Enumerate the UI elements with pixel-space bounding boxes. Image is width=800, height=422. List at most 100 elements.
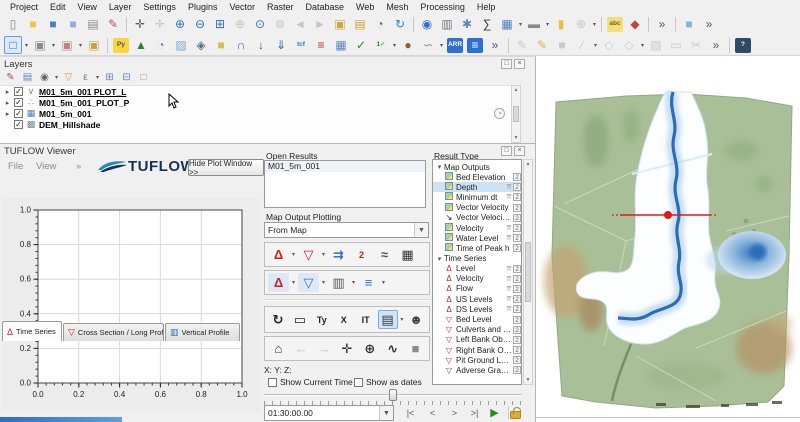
cross-section-plot-button[interactable]: ▽	[298, 245, 319, 264]
secondary-axis-badge[interactable]: 2	[513, 275, 521, 283]
cube-plugin-button[interactable]: ■	[212, 36, 230, 54]
new-project-button[interactable]: ▯	[4, 15, 22, 33]
chevron-down-icon[interactable]: ▾	[290, 251, 297, 258]
vertex-tool-all-button[interactable]: ◇	[620, 36, 638, 54]
zoom-next-button[interactable]: ►	[311, 15, 329, 33]
remove-layer-button[interactable]: □	[136, 71, 151, 85]
axis-arrows-icon[interactable]: ⇈	[506, 193, 512, 201]
expander-icon[interactable]: ▸	[3, 99, 12, 107]
plot-home-button[interactable]: ⌂	[268, 339, 289, 358]
select-by-location-button[interactable]: ▣	[85, 36, 103, 54]
chevron-down-icon[interactable]: ▾	[350, 279, 357, 286]
scroll-up-icon[interactable]: ▴	[526, 160, 529, 168]
decorations-button[interactable]: ◆	[626, 15, 644, 33]
legend-options-button[interactable]: ▤	[378, 310, 398, 329]
menu-item-raster[interactable]: Raster	[261, 2, 300, 12]
curtain-plot-button[interactable]: ▦	[397, 245, 418, 264]
cross-section-depth-plot-button[interactable]: ▽	[298, 273, 319, 292]
menu-item-web[interactable]: Web	[350, 2, 380, 12]
menu-item-layer[interactable]: Layer	[103, 2, 138, 12]
chevron-down-icon[interactable]: ▾	[399, 316, 406, 323]
tuflow-docs-button[interactable]: ≡	[467, 38, 483, 53]
scroll-down-icon[interactable]: ▾	[514, 134, 517, 142]
secondary-axis-badge[interactable]: 2	[513, 346, 521, 354]
vertex-tool-button[interactable]: ◇	[600, 36, 618, 54]
layers-float-button[interactable]: □	[501, 59, 512, 69]
expander-icon[interactable]: ▸	[3, 88, 12, 96]
new-bookmark-button[interactable]: ▣	[331, 15, 349, 33]
zoom-native-button[interactable]: ⊚	[271, 15, 289, 33]
result-item-pit-ground-levels[interactable]: ▽Pit Ground Levels2	[433, 355, 521, 365]
secondary-axis-badge[interactable]: 2	[513, 326, 521, 334]
refresh-map-button[interactable]: ↻	[391, 15, 409, 33]
chevron-down-icon[interactable]: ▼	[414, 223, 428, 237]
menu-item-processing[interactable]: Processing	[414, 2, 471, 12]
arr-tool-button[interactable]: ARR	[447, 38, 463, 53]
chevron-down-icon[interactable]: ▾	[23, 42, 30, 49]
secondary-axis-badge[interactable]: 2	[513, 305, 521, 313]
chevron-down-icon[interactable]: ▾	[544, 21, 551, 28]
time-slider[interactable]	[264, 389, 522, 401]
toggle-editing-button[interactable]: ✎	[533, 36, 551, 54]
result-item-culverts-and-pipes[interactable]: ▽Culverts and Pipes2	[433, 325, 521, 335]
gauge-plugin-button[interactable]: ◔	[152, 36, 170, 54]
axis-arrows-icon[interactable]: ⇈	[506, 305, 512, 313]
layer-row-4[interactable]: ✓▩DEM_Hillshade	[0, 119, 521, 130]
secondary-axis-badge[interactable]: 2	[513, 183, 521, 191]
menu-item-edit[interactable]: Edit	[44, 2, 72, 12]
tab-vertical-profile[interactable]: ▥Vertical Profile	[165, 323, 240, 341]
secondary-axis-badge[interactable]: 2	[513, 193, 521, 201]
toolbar-overflow-2-button[interactable]: »	[700, 15, 718, 33]
python-console-button[interactable]: Py	[113, 38, 129, 53]
save-edits-button[interactable]: ■	[553, 36, 571, 54]
secondary-axis-badge[interactable]: 2	[513, 234, 521, 242]
reimport-results-button[interactable]: ⇓	[272, 36, 290, 54]
save-project-button[interactable]: ■	[44, 15, 62, 33]
result-item-flow[interactable]: ΔFlow⇈2	[433, 284, 521, 294]
open-layer-styling-button[interactable]: ✎	[3, 71, 18, 85]
select-features-button[interactable]: □	[4, 36, 22, 54]
chevron-down-icon[interactable]: ▾	[380, 279, 387, 286]
axis-arrows-icon[interactable]: ⇈	[506, 224, 512, 232]
chevron-down-icon[interactable]: ▾	[320, 279, 327, 286]
result-type-scrollbar[interactable]: ▴ ▾	[523, 159, 533, 385]
checkbox-icon[interactable]	[268, 378, 277, 387]
show-current-time-checkbox[interactable]: Show Current Time	[266, 377, 353, 387]
scroll-down-icon[interactable]: ▾	[526, 376, 529, 384]
secondary-axis-badge[interactable]: 2	[513, 285, 521, 293]
timeseries-depth-plot-button[interactable]: Δ	[268, 273, 289, 292]
result-item-vector-velocity-ve[interactable]: ↘Vector Velocity Ve2	[433, 213, 521, 223]
pan-map-button[interactable]: ✛	[131, 15, 149, 33]
tree-group-time-series[interactable]: ▾Time Series	[433, 254, 521, 264]
mesh-layer-tool-button[interactable]: ▨	[172, 36, 190, 54]
slider-handle[interactable]	[389, 389, 397, 401]
map-output-plotting-combo[interactable]: From Map ▼	[264, 222, 429, 238]
plot-back-button[interactable]: ←	[291, 339, 312, 358]
chevron-down-icon[interactable]: ▾	[94, 74, 101, 81]
chevron-down-icon[interactable]: ▾	[592, 42, 599, 49]
freeze-axis-y-button[interactable]: Ty	[312, 310, 332, 329]
datasource-manager-button[interactable]: ■	[680, 15, 698, 33]
show-statistics-button[interactable]: ∑	[478, 15, 496, 33]
add-group-button[interactable]: ▤	[20, 71, 35, 85]
plot-figure[interactable]: 0.00.20.40.60.81.00.00.20.40.60.81.0	[2, 198, 260, 411]
time-combo[interactable]: 01:30:00.00 ▼	[264, 405, 394, 421]
deselect-all-button[interactable]: ▣	[58, 36, 76, 54]
axis-arrows-icon[interactable]: ⇈	[506, 275, 512, 283]
expand-all-button[interactable]: ⊞	[102, 71, 117, 85]
layer-visibility-checkbox[interactable]: ✓	[14, 98, 23, 107]
result-item-right-bank-obvert[interactable]: ▽Right Bank Obvert2	[433, 345, 521, 355]
menu-item-plugins[interactable]: Plugins	[182, 2, 224, 12]
expander-icon[interactable]: ▸	[3, 110, 12, 118]
chevron-down-icon[interactable]: ▾	[50, 42, 57, 49]
add-feature-button[interactable]: ∕	[573, 36, 591, 54]
tab-time-series[interactable]: ΔTime Series	[2, 321, 62, 341]
menu-item-settings[interactable]: Settings	[137, 2, 182, 12]
secondary-axis-badge[interactable]: 2	[513, 366, 521, 374]
secondary-axis-badge[interactable]: 2	[513, 316, 521, 324]
menu-item-project[interactable]: Project	[4, 2, 44, 12]
layer-indicator-icon[interactable]: ◔	[494, 108, 505, 119]
select-by-value-button[interactable]: ▣	[31, 36, 49, 54]
result-item-bed-level[interactable]: ▽Bed Level2	[433, 314, 521, 324]
check-1d-integrity-button[interactable]: 1✓	[372, 36, 390, 54]
